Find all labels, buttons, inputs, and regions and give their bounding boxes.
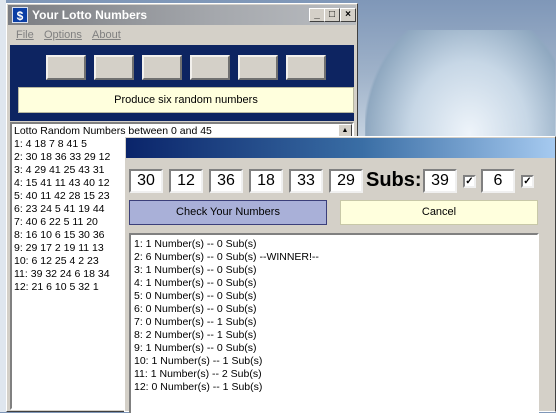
cancel-button[interactable]: Cancel	[340, 200, 538, 225]
pick-number-1[interactable]: 30	[129, 169, 163, 193]
sub-1-checkbox[interactable]: ✓	[463, 175, 476, 188]
number-slot-3	[142, 55, 182, 80]
sub-number-1[interactable]: 39	[423, 169, 457, 193]
minimize-button[interactable]: _	[309, 8, 325, 22]
check-numbers-button[interactable]: Check Your Numbers	[129, 200, 327, 225]
close-button[interactable]: ×	[340, 8, 356, 22]
checker-window: 30 12 36 18 33 29 Subs: 39 ✓ 6 ✓ Check Y…	[124, 136, 556, 413]
pick-number-2[interactable]: 12	[169, 169, 203, 193]
sub-number-2[interactable]: 6	[481, 169, 515, 193]
menu-options[interactable]: Options	[44, 29, 82, 41]
pick-number-5[interactable]: 33	[289, 169, 323, 193]
results-list[interactable]: 1: 1 Number(s) -- 0 Sub(s) 2: 6 Number(s…	[129, 233, 539, 413]
number-slot-4	[190, 55, 230, 80]
menu-bar: File Options About	[8, 27, 356, 45]
lotto-title-bar[interactable]: $ Your Lotto Numbers _ □ ×	[8, 5, 356, 25]
maximize-button[interactable]: □	[324, 8, 340, 22]
results-text: 1: 1 Number(s) -- 0 Sub(s) 2: 6 Number(s…	[134, 238, 319, 393]
pick-number-6[interactable]: 29	[329, 169, 363, 193]
number-slot-5	[238, 55, 278, 80]
number-slot-6	[286, 55, 326, 80]
number-panel: Produce six random numbers	[10, 45, 354, 121]
sub-2-checkbox[interactable]: ✓	[521, 175, 534, 188]
dollar-app-icon[interactable]: $	[12, 7, 28, 23]
menu-about[interactable]: About	[92, 29, 121, 41]
window-title: Your Lotto Numbers	[32, 8, 148, 22]
subs-label: Subs:	[366, 169, 422, 191]
number-slot-1	[46, 55, 86, 80]
produce-numbers-button[interactable]: Produce six random numbers	[18, 87, 354, 113]
checker-title-bar[interactable]	[126, 138, 555, 158]
menu-file[interactable]: File	[16, 29, 34, 41]
number-slot-2	[94, 55, 134, 80]
pick-number-4[interactable]: 18	[249, 169, 283, 193]
pick-number-3[interactable]: 36	[209, 169, 243, 193]
